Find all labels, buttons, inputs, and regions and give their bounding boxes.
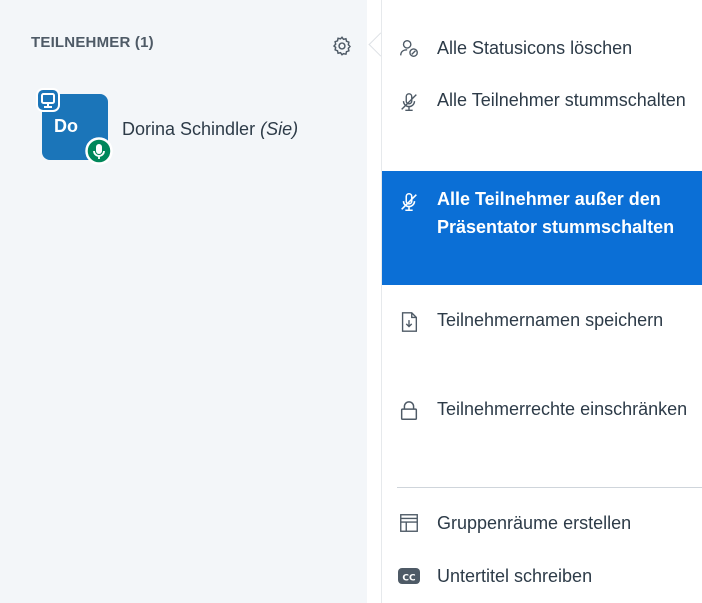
menu-item-captions[interactable]: CC Untertitel schreiben xyxy=(382,562,702,592)
lock-icon xyxy=(397,399,421,423)
microphone-icon xyxy=(85,137,113,165)
menu-item-label: Teilnehmernamen speichern xyxy=(437,310,664,330)
participants-panel: TEILNEHMER (1) Do Dorina Schindler (Sie) xyxy=(0,0,367,603)
svg-text:CC: CC xyxy=(402,574,416,584)
clear-status-icon xyxy=(397,36,421,60)
menu-item-save-names[interactable]: Teilnehmernamen speichern xyxy=(382,306,702,372)
participants-options-menu: Alle Statusicons löschen Alle Teilnehmer… xyxy=(381,0,702,603)
menu-item-breakout-rooms[interactable]: Gruppenräume erstellen xyxy=(382,509,702,539)
menu-item-mute-all-except-presenter[interactable]: Alle Teilnehmer außer den Präsentator st… xyxy=(382,171,702,285)
mute-icon xyxy=(397,190,421,214)
menu-item-label: Gruppenräume erstellen xyxy=(437,513,632,533)
mute-icon xyxy=(397,90,421,114)
menu-item-label: Teilnehmerrechte einschränken xyxy=(437,399,688,419)
participants-header: TEILNEHMER (1) xyxy=(31,34,154,51)
self-tag: (Sie) xyxy=(260,119,299,139)
menu-divider xyxy=(397,487,702,488)
closed-caption-icon: CC xyxy=(397,564,421,588)
user-name-text: Dorina Schindler xyxy=(122,119,256,139)
menu-item-label: Alle Teilnehmer außer den Präsentator st… xyxy=(437,189,675,237)
gear-icon[interactable] xyxy=(328,32,356,60)
menu-item-label: Untertitel schreiben xyxy=(437,566,593,586)
menu-item-lock-viewers[interactable]: Teilnehmerrechte einschränken xyxy=(382,395,702,461)
menu-item-mute-all[interactable]: Alle Teilnehmer stummschalten xyxy=(382,86,702,152)
avatar-initials: Do xyxy=(54,116,78,136)
presenter-icon xyxy=(36,88,60,112)
menu-item-label: Alle Teilnehmer stummschalten xyxy=(437,90,686,110)
user-list-item[interactable]: Do Dorina Schindler (Sie) xyxy=(36,88,356,174)
menu-item-clear-status[interactable]: Alle Statusicons löschen xyxy=(382,34,702,64)
download-file-icon xyxy=(397,310,421,334)
user-name: Dorina Schindler (Sie) xyxy=(122,119,298,140)
breakout-rooms-icon xyxy=(397,511,421,535)
menu-item-label: Alle Statusicons löschen xyxy=(437,38,633,58)
